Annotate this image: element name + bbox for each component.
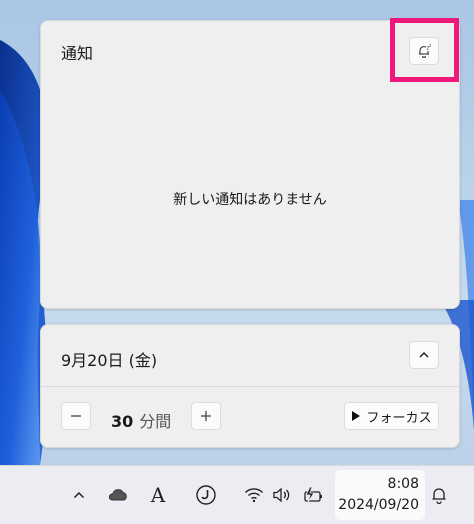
plus-icon (201, 411, 211, 421)
ime-icon: A (150, 483, 166, 507)
chevron-up-icon (73, 491, 85, 499)
start-focus-button[interactable]: フォーカス (344, 402, 439, 430)
volume-button[interactable] (271, 482, 293, 508)
focus-duration-unit: 分間 (139, 412, 172, 431)
network-button[interactable] (243, 482, 265, 508)
decrease-duration-button[interactable] (61, 402, 91, 430)
show-hidden-icons-button[interactable] (70, 482, 88, 508)
svg-text:z: z (429, 43, 431, 48)
tray-app-button[interactable] (194, 482, 218, 508)
app-icon (196, 485, 216, 505)
focus-duration-value: 30 (111, 412, 134, 431)
minus-icon (71, 415, 81, 417)
battery-icon (304, 486, 322, 503)
calendar-date: 9月20日 (金) (61, 351, 158, 370)
wifi-icon (245, 488, 263, 503)
do-not-disturb-button[interactable]: z z (409, 37, 439, 65)
battery-button[interactable] (300, 482, 324, 508)
notification-panel: 通知 z z 新しい通知はありません (40, 20, 460, 309)
increase-duration-button[interactable] (191, 402, 221, 430)
start-focus-label: フォーカス (366, 410, 432, 426)
chevron-up-icon (419, 351, 429, 358)
focus-duration: 30 分間 (111, 408, 171, 432)
volume-icon (273, 487, 290, 503)
play-icon (352, 411, 361, 421)
clock-button[interactable]: 8:08 2024/09/20 (335, 470, 425, 520)
empty-notifications-message: 新しい通知はありません (173, 192, 327, 208)
taskbar: A 8:08 2024/09/20 (0, 465, 474, 524)
clock-time: 8:08 (387, 476, 419, 492)
notification-center-button[interactable] (428, 482, 450, 508)
ime-indicator[interactable]: A (147, 482, 169, 508)
collapse-calendar-button[interactable] (409, 341, 439, 369)
onedrive-tray-button[interactable] (106, 482, 130, 508)
cloud-icon (108, 489, 127, 501)
bell-icon (432, 488, 446, 504)
bell-snooze-icon: z z (419, 43, 431, 58)
clock-date: 2024/09/20 (338, 497, 419, 513)
notification-title: 通知 (61, 44, 94, 63)
calendar-panel: 9月20日 (金) 30 分間 フォーカス (40, 324, 460, 448)
calendar-divider (41, 386, 459, 387)
